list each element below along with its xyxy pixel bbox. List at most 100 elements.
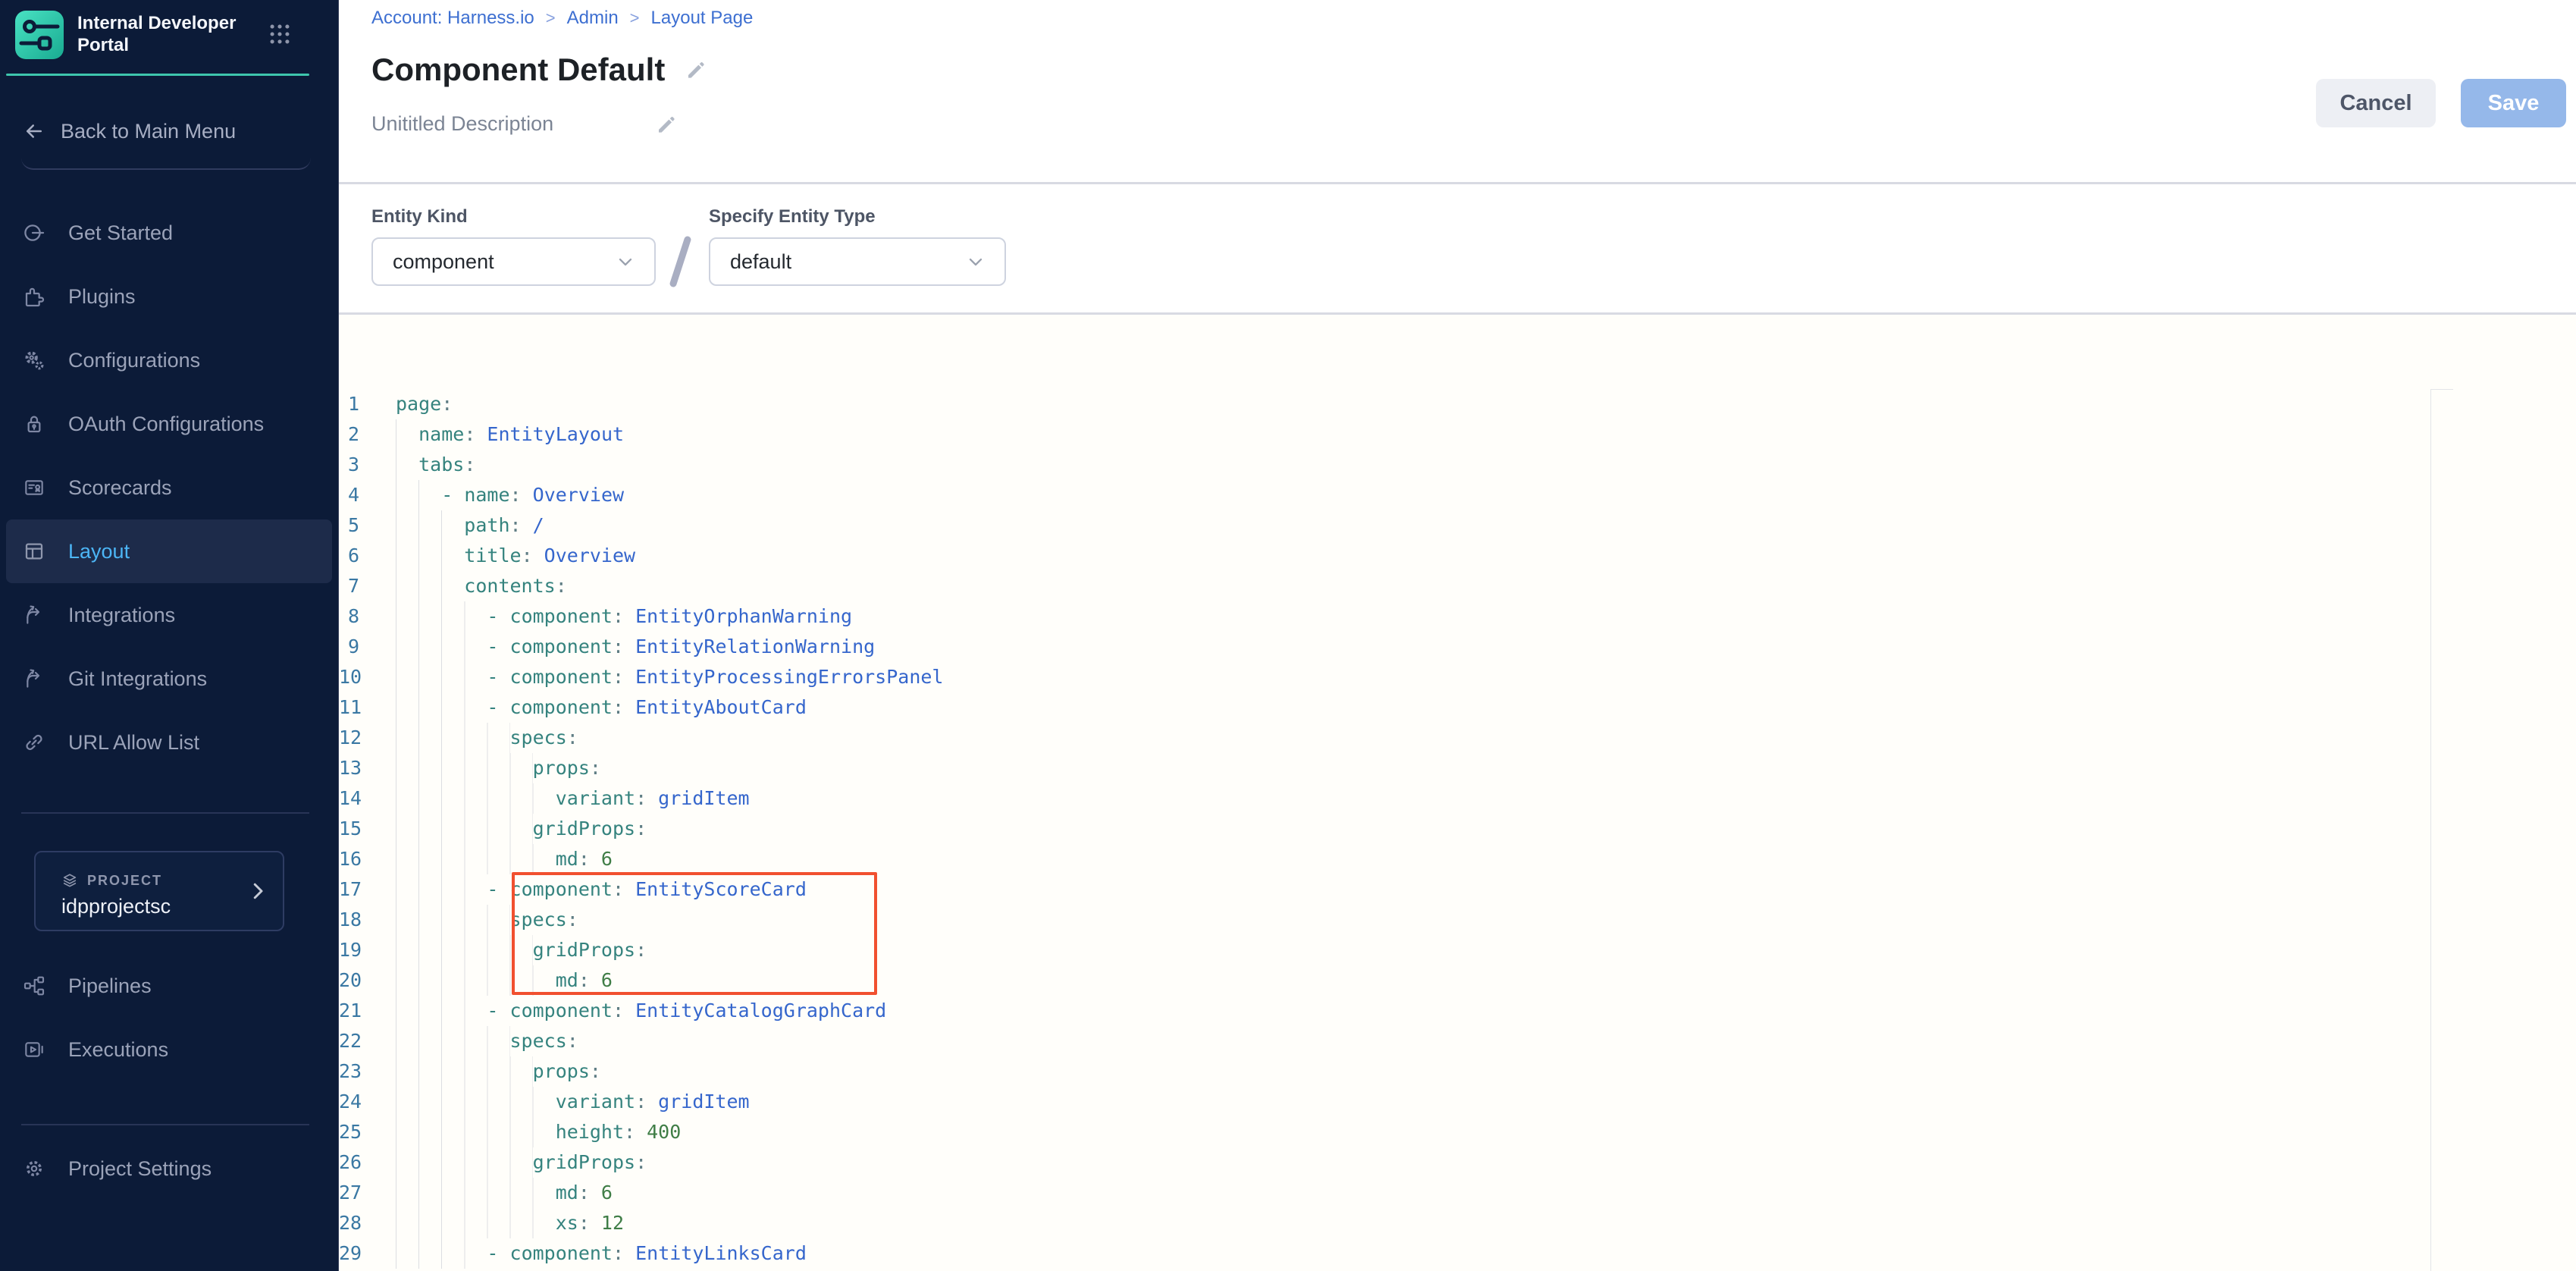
entity-kind-select[interactable]: component — [371, 237, 656, 286]
indent-guides — [396, 1087, 556, 1117]
app-title: Internal Developer Portal — [77, 12, 267, 56]
yaml-dash: - — [487, 878, 509, 900]
sidebar: Internal Developer Portal Back to Main M… — [0, 0, 339, 1271]
header-divider — [339, 182, 2576, 184]
yaml-colon: : — [613, 636, 624, 657]
sidebar-item-plugins[interactable]: Plugins — [6, 265, 332, 328]
sidebar-item-configurations[interactable]: Configurations — [6, 328, 332, 392]
yaml-key: md — [556, 848, 578, 870]
yaml-key: component — [510, 878, 613, 900]
sidebar-main-nav: Get Started Plugins ConfigurationsOAuth Co… — [6, 201, 332, 774]
line-number: 5 — [339, 510, 396, 541]
indent-guides — [396, 1056, 533, 1087]
sidebar-item-integrations[interactable]: Integrations — [6, 583, 332, 647]
yaml-colon: : — [522, 544, 533, 566]
code-line: 18specs: — [339, 905, 2576, 935]
back-to-main-menu[interactable]: Back to Main Menu — [23, 114, 236, 149]
sidebar-item-git-integrations[interactable]: Git Integrations — [6, 647, 332, 711]
indent-guides — [396, 1208, 556, 1238]
sidebar-item-label: URL Allow List — [68, 731, 199, 755]
yaml-key: component — [510, 1242, 613, 1264]
indent-guides — [396, 905, 510, 935]
yaml-dash: - — [487, 636, 509, 657]
breadcrumb-link[interactable]: Account: Harness.io — [371, 8, 534, 29]
line-number: 20 — [339, 965, 396, 996]
sidebar-item-label: Integrations — [68, 604, 175, 627]
line-number: 14 — [339, 783, 396, 814]
line-number: 8 — [339, 601, 396, 632]
sidebar-item-pipelines[interactable]: Pipelines — [6, 954, 332, 1018]
line-number: 21 — [339, 996, 396, 1026]
yaml-key: specs — [510, 727, 567, 748]
sidebar-item-layout[interactable]: Layout — [6, 519, 332, 583]
sidebar-item-scorecards[interactable]: Scorecards — [6, 456, 332, 519]
yaml-value: 12 — [590, 1212, 624, 1234]
code-line: 27md: 6 — [339, 1178, 2576, 1208]
sidebar-item-executions[interactable]: Executions — [6, 1018, 332, 1081]
code-line: 3tabs: — [339, 450, 2576, 480]
yaml-value: 6 — [590, 1182, 613, 1204]
indent-guides — [396, 1117, 556, 1147]
code-line: 12specs: — [339, 723, 2576, 753]
yaml-colon: : — [613, 1242, 624, 1264]
code-line: 14variant: gridItem — [339, 783, 2576, 814]
oauth-configurations-icon — [22, 411, 48, 437]
yaml-key: height — [556, 1121, 624, 1143]
edit-description-pencil-icon[interactable] — [655, 113, 678, 136]
yaml-key: specs — [510, 1030, 567, 1052]
editor-scrollbar-border — [2430, 389, 2431, 1271]
yaml-value: EntityScoreCard — [624, 878, 807, 900]
code-line: 17- component: EntityScoreCard — [339, 874, 2576, 905]
yaml-dash: - — [487, 666, 509, 688]
indent-guides — [396, 601, 487, 632]
sidebar-item-project-settings[interactable]: Project Settings — [6, 1137, 332, 1200]
plugins-icon — [22, 284, 48, 309]
sidebar-item-oauth-configurations[interactable]: OAuth Configurations — [6, 392, 332, 456]
sidebar-item-url-allow-list[interactable]: URL Allow List — [6, 711, 332, 774]
yaml-value: 6 — [590, 848, 613, 870]
yaml-value: gridItem — [647, 1091, 749, 1113]
kind-type-separator — [669, 235, 691, 287]
cancel-button[interactable]: Cancel — [2316, 79, 2436, 127]
edit-title-pencil-icon[interactable] — [685, 58, 707, 81]
get-started-icon — [22, 220, 48, 246]
sidebar-item-get-started[interactable]: Get Started — [6, 201, 332, 265]
sidebar-item-label: Plugins — [68, 285, 136, 309]
line-number: 6 — [339, 541, 396, 571]
project-selector-card[interactable]: PROJECT idpprojectsc — [34, 851, 284, 931]
module-grid-icon[interactable] — [267, 21, 293, 47]
line-number: 13 — [339, 753, 396, 783]
code-line: 4- name: Overview — [339, 480, 2576, 510]
sidebar-project-nav: PipelinesExecutions — [6, 954, 332, 1081]
yaml-colon: : — [578, 1212, 590, 1234]
entity-type-select[interactable]: default — [709, 237, 1006, 286]
code-line: 11- component: EntityAboutCard — [339, 692, 2576, 723]
executions-icon — [22, 1037, 48, 1062]
line-number: 22 — [339, 1026, 396, 1056]
indent-guides — [396, 1178, 556, 1208]
arrow-left-icon — [23, 120, 45, 143]
line-number: 26 — [339, 1147, 396, 1178]
sidebar-item-label: Git Integrations — [68, 667, 207, 691]
save-button[interactable]: Save — [2461, 79, 2566, 127]
code-line: 22specs: — [339, 1026, 2576, 1056]
indent-guides — [396, 935, 533, 965]
code-line: 26gridProps: — [339, 1147, 2576, 1178]
line-number: 17 — [339, 874, 396, 905]
code-line: 5path: / — [339, 510, 2576, 541]
indent-guides — [396, 480, 441, 510]
line-number: 23 — [339, 1056, 396, 1087]
yaml-key: md — [556, 969, 578, 991]
line-number: 4 — [339, 480, 396, 510]
breadcrumb: Account: Harness.io>Admin>Layout Page — [371, 6, 753, 30]
yaml-key: contents — [464, 575, 555, 597]
yaml-key: tabs — [418, 453, 464, 475]
breadcrumb-link[interactable]: Admin — [567, 8, 619, 29]
yaml-editor[interactable]: 1page:2name: EntityLayout3tabs:4- name: … — [339, 315, 2576, 1271]
yaml-value: Overview — [522, 484, 624, 506]
code-line: 13props: — [339, 753, 2576, 783]
sidebar-footer-nav: Project Settings — [6, 1137, 332, 1200]
code-line: 1page: — [339, 389, 2576, 419]
yaml-key: gridProps — [533, 1151, 635, 1173]
yaml-colon: : — [464, 453, 475, 475]
